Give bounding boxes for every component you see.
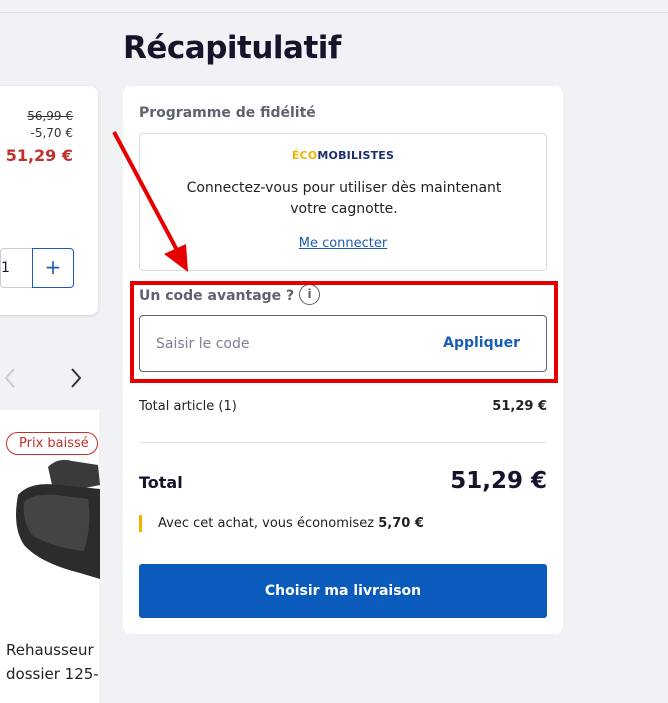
annotation-arrow-icon [112,131,188,272]
items-total-label: Total article (1) [139,399,237,414]
choose-delivery-button[interactable]: Choisir ma livraison [139,564,547,618]
booster-seat-image [16,459,100,579]
items-total-value: 51,29 € [492,399,547,414]
carousel-prev-icon[interactable] [2,364,18,392]
product-name-line-1: Rehausseur [6,641,94,659]
quantity-field[interactable]: 1 [0,248,32,288]
recommended-product-name[interactable]: Rehausseur dossier 125- [6,638,100,686]
cart-product-card: 56,99 € -5,70 € 51,29 € 1 + [0,86,98,315]
page-title: Récapitulatif [123,30,341,66]
price-drop-badge: Prix baissé [6,432,98,455]
total-label: Total [139,473,183,492]
loyalty-message: Connectez-vous pour utiliser dès mainten… [186,180,502,217]
current-price: 51,29 € [5,146,73,165]
saving-text: Avec cet achat, vous économisez [158,516,375,531]
total-value: 51,29 € [450,468,547,494]
product-name-line-2: dossier 125- [6,665,99,683]
saving-amount: 5,70 € [378,516,424,531]
saving-accent-bar [139,515,142,532]
summary-divider [139,442,547,443]
annotation-highlight-box [130,281,558,383]
carousel-next-icon[interactable] [68,364,84,392]
loyalty-program-title: Programme de fidélité [139,105,316,121]
old-price: 56,99 € [27,109,73,123]
top-divider [0,12,668,13]
discount-amount: -5,70 € [30,126,74,140]
quantity-value: 1 [1,260,10,276]
saving-message: Avec cet achat, vous économisez 5,70 € [158,516,424,531]
increase-quantity-button[interactable]: + [32,248,74,288]
